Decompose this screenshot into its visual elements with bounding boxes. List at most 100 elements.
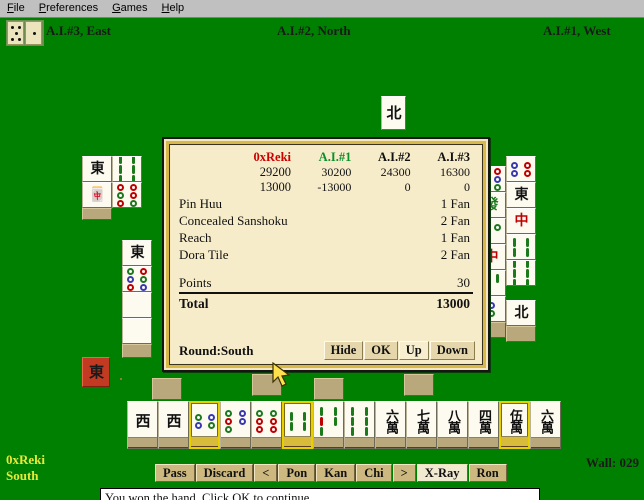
points-label: Points <box>179 275 212 290</box>
menu-preferences[interactable]: Preferences <box>32 1 105 16</box>
action-button-pon[interactable]: Pon <box>278 464 316 482</box>
tile-face: 北 <box>514 305 529 321</box>
hand-tile[interactable]: 六萬 <box>530 401 561 449</box>
tile-face <box>252 409 281 434</box>
hand-tile[interactable]: 四萬 <box>468 401 499 449</box>
hand-tile[interactable]: 七萬 <box>406 401 437 449</box>
hand-tile[interactable] <box>220 401 251 449</box>
action-button-pass[interactable]: Pass <box>155 464 195 482</box>
hand-tile[interactable] <box>313 401 344 449</box>
yaku-row: Reach 1 Fan <box>179 229 473 246</box>
bamboo-pip <box>512 261 516 268</box>
circle-pips <box>507 161 535 178</box>
bamboo-pip <box>320 426 323 436</box>
action-button-chi[interactable]: Chi <box>356 464 392 482</box>
circle-pip <box>494 223 502 231</box>
bamboo-pip <box>365 406 368 416</box>
bamboo-pip <box>289 411 293 421</box>
tile-face: 伍萬 <box>507 409 522 433</box>
circle-pip <box>116 199 124 207</box>
bamboo-pip <box>526 247 530 257</box>
dialog-button-ok[interactable]: OK <box>364 341 398 360</box>
hand-tile[interactable]: 八萬 <box>437 401 468 449</box>
hand-tile[interactable] <box>251 401 282 449</box>
hand-tile[interactable] <box>282 401 313 449</box>
tile-face <box>345 406 374 437</box>
circle-pip <box>524 169 532 177</box>
die-right <box>25 21 42 45</box>
circle-pips <box>252 409 281 434</box>
hand-tile[interactable] <box>189 401 220 449</box>
score-total-p0: 29200 <box>259 165 291 179</box>
tile-back <box>252 374 282 396</box>
bamboo-pip <box>526 237 530 247</box>
dialog-button-hide[interactable]: Hide <box>323 341 364 360</box>
action-button-ron[interactable]: Ron <box>468 464 507 482</box>
bamboo-pip <box>302 421 306 431</box>
hand-tile[interactable] <box>344 401 375 449</box>
seat-wind-marker: 東 <box>82 357 110 387</box>
menu-bar: File Preferences Games Help <box>0 0 644 18</box>
discard-tile <box>506 260 536 286</box>
action-toolbar: Pass Discard < Pon Kan Chi > X-Ray Ron <box>155 464 508 482</box>
bamboo-pips <box>345 406 374 437</box>
bamboo-pip <box>334 406 337 416</box>
circle-pip <box>140 283 148 291</box>
tile-face: 西 <box>166 411 181 430</box>
die-left <box>7 21 24 45</box>
discard-tile <box>112 156 142 182</box>
yaku-value: 2 Fan <box>440 213 470 228</box>
circle-pip <box>225 417 232 425</box>
menu-games[interactable]: Games <box>105 1 154 16</box>
action-button-prev[interactable]: < <box>254 464 278 482</box>
status-message: You won the hand. Click OK to continue. <box>105 490 313 500</box>
player-name-label: 0xReki <box>6 452 45 467</box>
action-button-kan[interactable]: Kan <box>316 464 356 482</box>
score-delta-p3: 0 <box>463 180 470 194</box>
tile-face: 🀄 <box>88 187 106 203</box>
circle-pip <box>510 161 518 169</box>
dialog-button-down[interactable]: Down <box>429 341 475 360</box>
action-button-next[interactable]: > <box>392 464 416 482</box>
score-total-p3: 16300 <box>439 165 470 179</box>
discard-tile <box>506 234 536 260</box>
bamboo-pips <box>314 406 343 437</box>
bamboo-pip <box>496 273 500 283</box>
circle-pip <box>130 183 138 191</box>
hand-tile[interactable]: 六萬 <box>375 401 406 449</box>
score-dialog: 0xReki A.I.#1 A.I.#2 A.I.#3 29200 30200 … <box>162 137 490 372</box>
hand-tile[interactable]: 伍萬 <box>499 401 530 449</box>
circle-pip <box>256 425 263 433</box>
dialog-button-group: Hide OK Up Down <box>323 341 475 360</box>
hand-tile[interactable]: 西 <box>127 401 158 449</box>
bamboo-pips <box>113 157 141 181</box>
score-header-p1: A.I.#1 <box>318 150 352 164</box>
circle-pips <box>191 413 218 430</box>
circle-pip <box>207 413 215 421</box>
action-button-x-ray[interactable]: X-Ray <box>416 464 468 482</box>
tile-back <box>506 326 536 342</box>
tile-back <box>152 378 182 400</box>
dialog-button-up[interactable]: Up <box>398 341 429 360</box>
bamboo-pip <box>526 261 530 268</box>
yaku-value: 1 Fan <box>440 196 470 211</box>
circle-pip <box>194 413 202 421</box>
circle-pip <box>116 191 124 199</box>
circle-pips <box>123 267 151 291</box>
menu-accel: G <box>112 2 121 14</box>
discard-tile: 東 <box>82 156 112 182</box>
circle-pip <box>130 191 138 199</box>
hand-tile[interactable]: 西 <box>158 401 189 449</box>
score-header-p0: 0xReki <box>253 150 292 164</box>
score-delta-p2: 0 <box>404 180 411 194</box>
bamboo-pip <box>118 174 122 181</box>
tile-face: 七萬 <box>414 409 429 433</box>
dialog-body: 0xReki A.I.#1 A.I.#2 A.I.#3 29200 30200 … <box>171 146 481 363</box>
action-button-discard[interactable]: Discard <box>195 464 254 482</box>
menu-file[interactable]: File <box>0 1 32 16</box>
circle-pips <box>113 183 141 207</box>
tile-face <box>284 411 311 432</box>
menu-help[interactable]: Help <box>155 1 192 16</box>
seat-label-west: A.I.#1, West <box>543 23 611 38</box>
circle-pip <box>239 417 246 425</box>
